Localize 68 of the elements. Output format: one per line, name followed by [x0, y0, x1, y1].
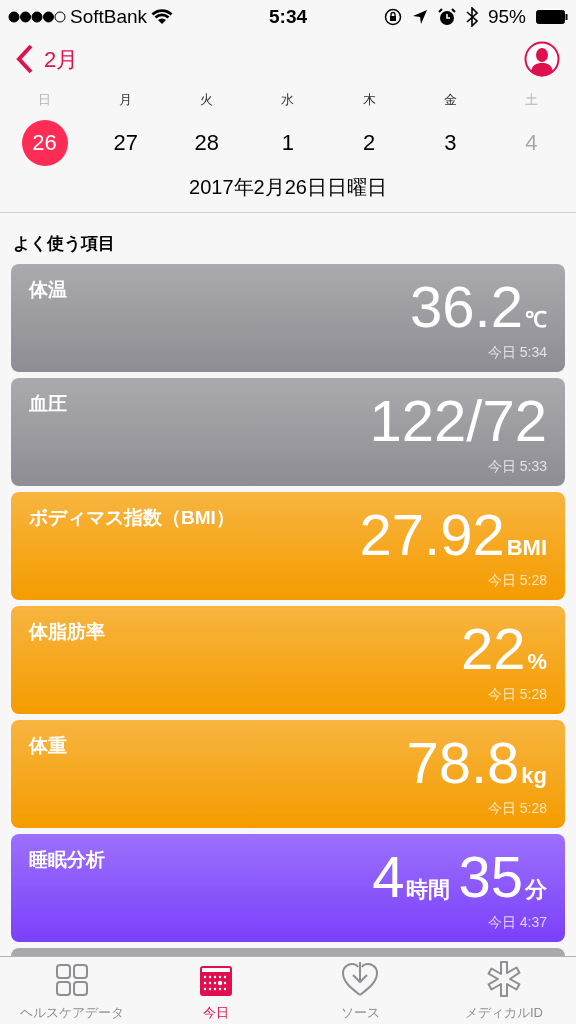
tab-bar-item[interactable]: ヘルスケアデータ: [0, 957, 144, 1024]
chevron-left-icon: [16, 44, 34, 74]
rotation-lock-icon: [383, 8, 402, 26]
value-unit: 時間: [406, 879, 451, 901]
health-card[interactable]: 血圧 122/72 今日 5:33: [11, 378, 565, 486]
card-timestamp: 今日 5:28: [487, 799, 547, 818]
heart-download-icon: [341, 960, 379, 997]
weekday-label: 水: [281, 91, 295, 109]
card-title: ボディマス指数（BMI）: [29, 506, 235, 530]
value-number: 22: [460, 620, 526, 678]
back-button[interactable]: 2月: [16, 42, 79, 76]
health-card[interactable]: 体脂肪率 22% 今日 5:28: [11, 606, 565, 714]
value-number: 35: [458, 848, 523, 906]
weekday-label: 日: [38, 91, 52, 109]
card-title: 体重: [29, 734, 67, 758]
profile-avatar-icon[interactable]: [524, 41, 560, 77]
date-button[interactable]: 1: [265, 119, 311, 166]
value-number: 27.92: [359, 506, 505, 564]
health-card[interactable]: 体重 78.8 kg 今日 5:28: [11, 720, 565, 828]
value-unit: ℃: [525, 309, 547, 331]
value-unit: %: [527, 651, 547, 673]
health-card[interactable]: ボディマス指数（BMI） 27.92 BMI 今日 5:28: [11, 492, 565, 600]
section-title: よく使う項目: [13, 233, 115, 253]
calendar-icon: [199, 964, 233, 997]
tab-bar-item[interactable]: ソース: [288, 957, 432, 1024]
value-number: 122/72: [369, 392, 547, 450]
date-button[interactable]: 4: [508, 119, 555, 166]
date-button[interactable]: 3: [427, 119, 474, 166]
signal-icon: [8, 11, 66, 23]
weekday-label: 金: [443, 91, 457, 109]
health-card[interactable]: 体温 36.2℃ 今日 5:34: [11, 264, 565, 372]
card-timestamp: 今日 5:28: [487, 685, 547, 704]
card-title: 睡眠分析: [29, 848, 105, 872]
tab-bar-item[interactable]: 今日: [144, 957, 288, 1024]
value-unit: kg: [521, 765, 547, 787]
date-button[interactable]: 28: [183, 119, 230, 166]
date-button[interactable]: 26: [21, 119, 68, 166]
value-unit: 分: [525, 879, 547, 901]
alarm-clock-icon: [437, 8, 456, 26]
value-number: 78.8: [406, 734, 520, 792]
card-timestamp: 今日 5:33: [487, 457, 547, 476]
value-number: 4: [372, 848, 405, 906]
value-unit: BMI: [506, 537, 547, 559]
card-timestamp: 今日 5:28: [487, 571, 547, 590]
card-timestamp: 今日 4:37: [487, 913, 547, 932]
date-button[interactable]: 2: [346, 119, 393, 166]
weekday-label: 土: [524, 91, 538, 109]
wifi-icon: [151, 9, 174, 25]
card-title: 血圧: [29, 392, 67, 416]
card-title: 体温: [29, 278, 67, 302]
weekday-label: 月: [119, 91, 133, 109]
health-card[interactable]: 睡眠分析 4時間 35分 今日 4:37: [11, 834, 565, 942]
battery-icon: [536, 10, 568, 24]
bluetooth-icon: [465, 7, 478, 27]
carrier-name: SoftBank: [70, 4, 148, 29]
grid-icon: [55, 962, 89, 997]
value-number: 36.2: [410, 278, 523, 336]
weekday-label: 木: [362, 91, 376, 109]
card-timestamp: 今日 5:34: [487, 343, 547, 362]
card-title: 体脂肪率: [29, 620, 105, 644]
clock-time: 5:34: [269, 4, 307, 29]
asterisk-icon: [486, 960, 522, 997]
tab-bar-item[interactable]: メディカルID: [432, 957, 576, 1024]
date-button[interactable]: 27: [102, 119, 149, 166]
location-arrow-icon: [411, 9, 428, 25]
date-title: 2017年2月26日日曜日: [189, 174, 387, 200]
weekday-label: 火: [200, 91, 214, 109]
battery-percent: 95%: [487, 4, 526, 29]
